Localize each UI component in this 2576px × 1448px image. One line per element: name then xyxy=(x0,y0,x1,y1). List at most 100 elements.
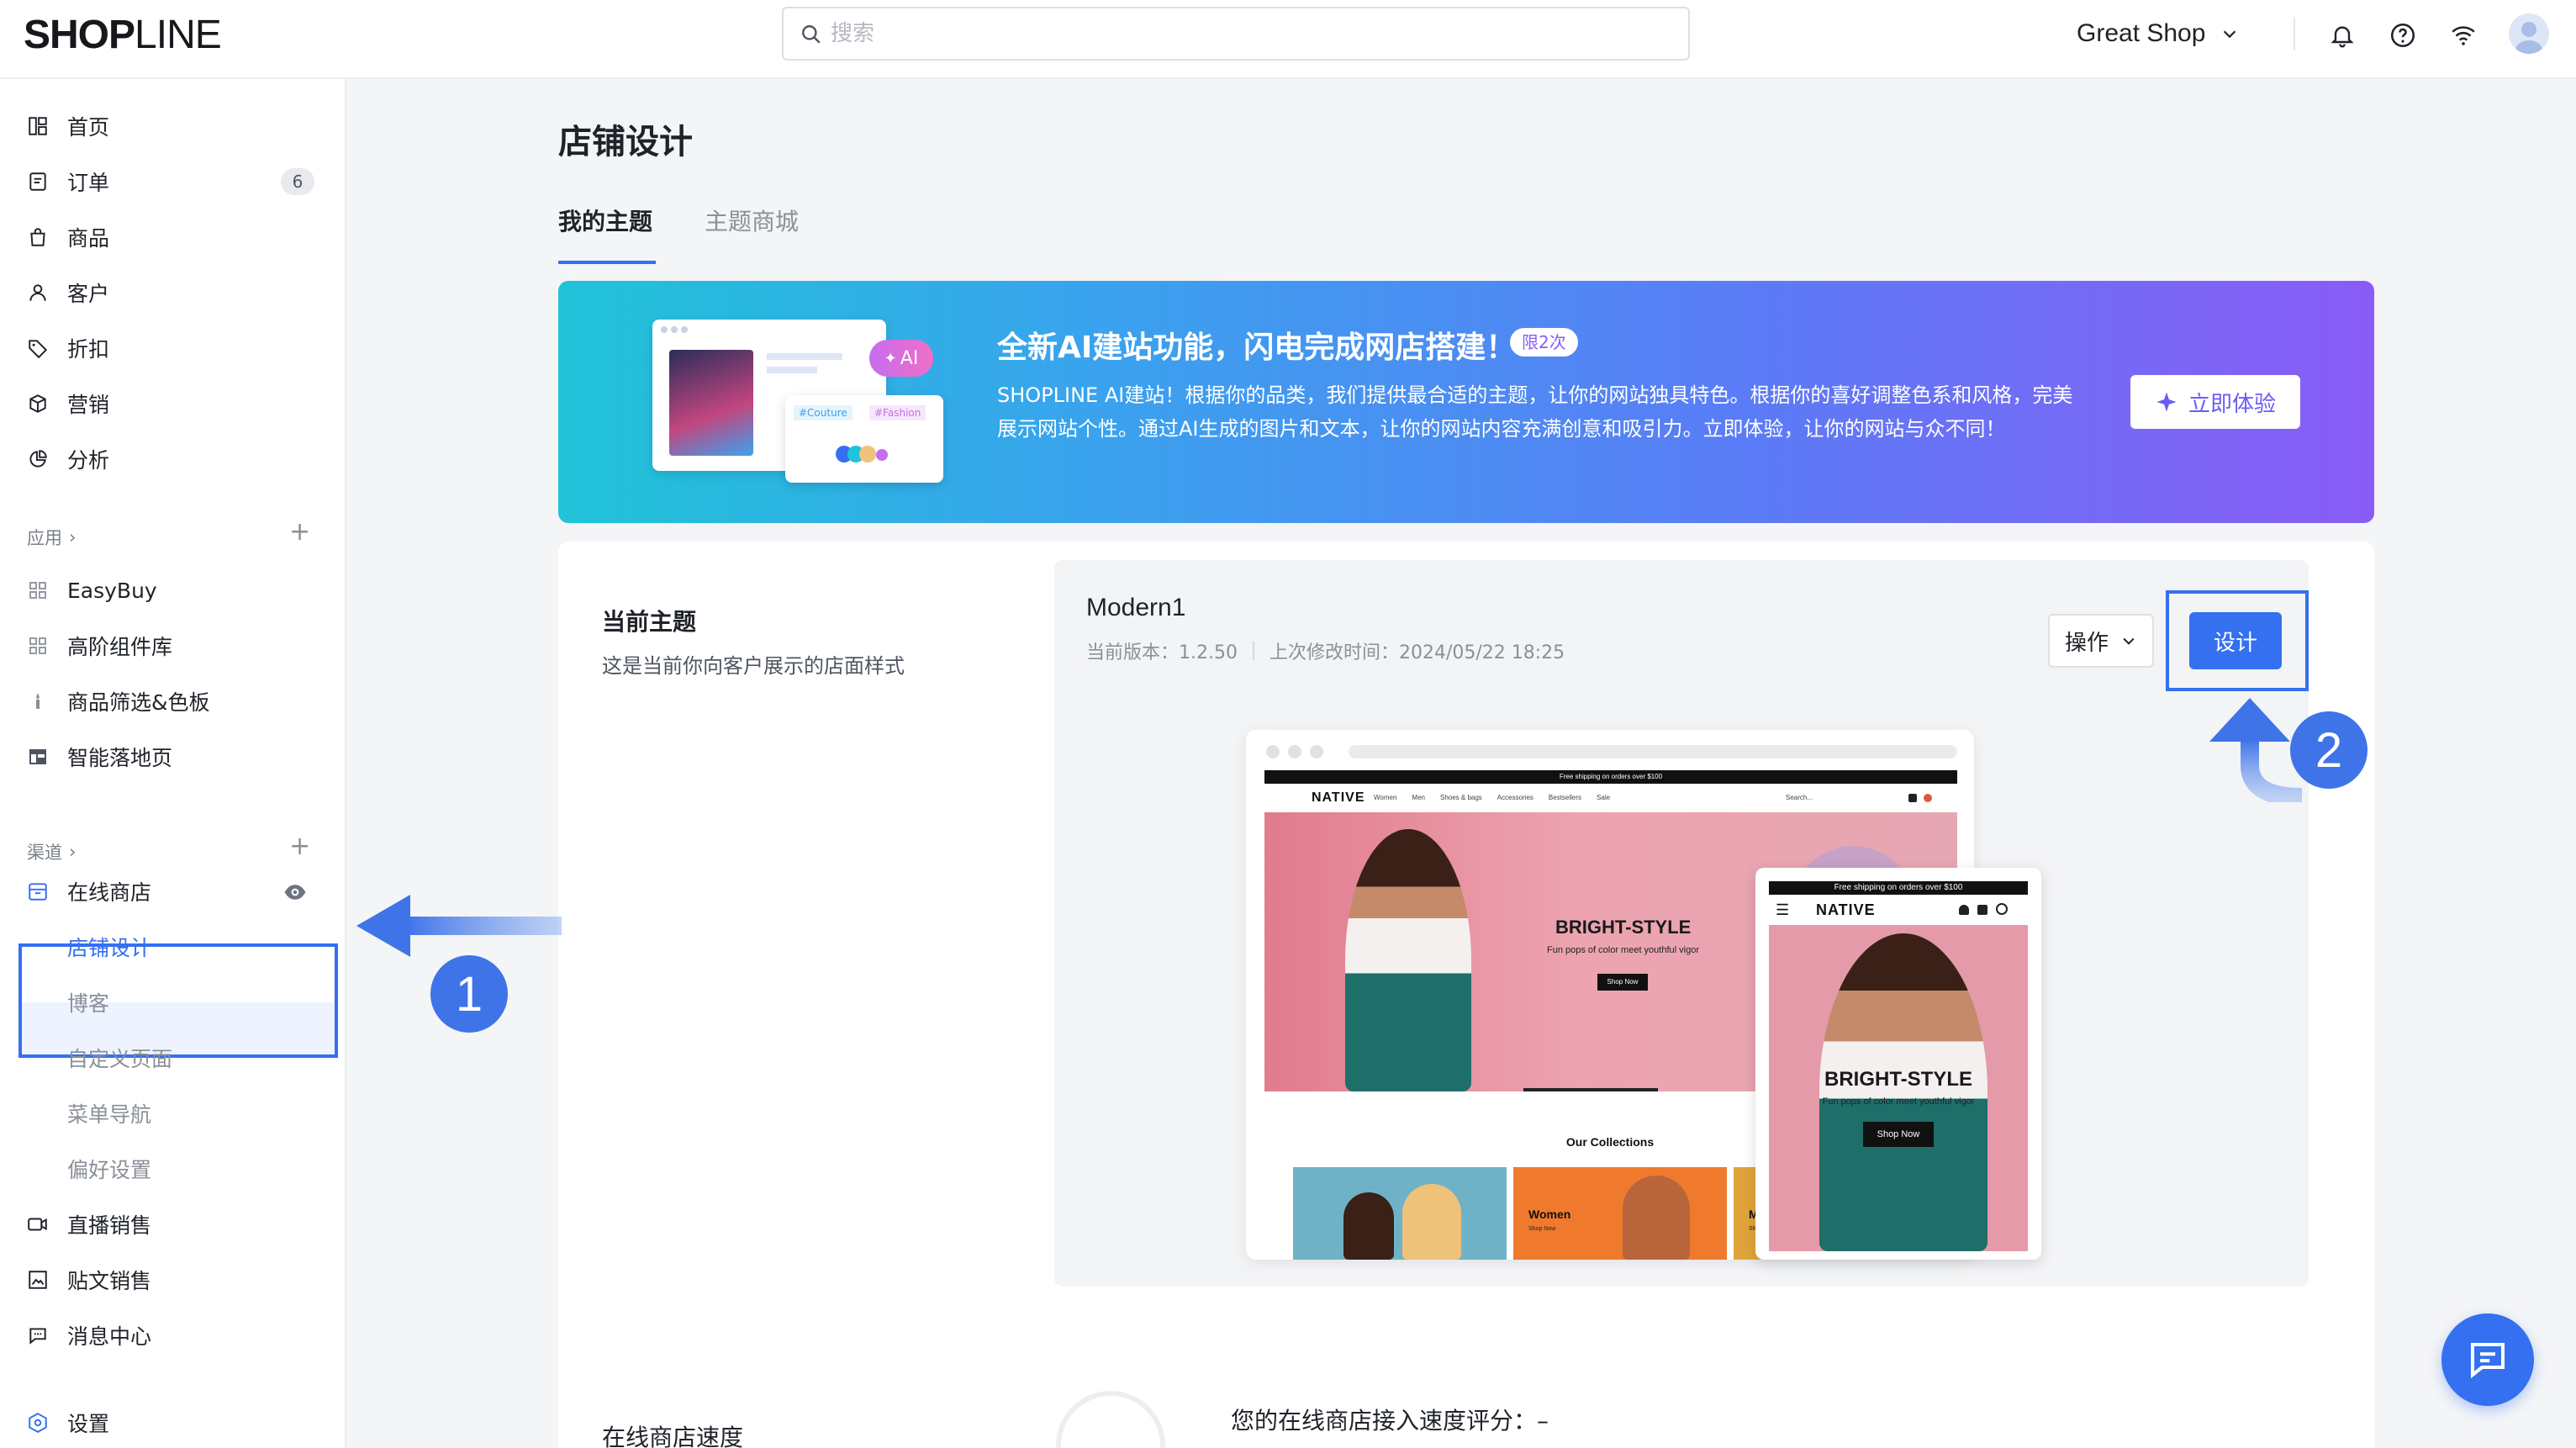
sidebar-item-label: 折扣 xyxy=(67,337,110,362)
ai-chip: ✦ AI xyxy=(869,340,933,377)
preview-user-icon xyxy=(1908,794,1917,802)
chat-support-button[interactable] xyxy=(2441,1313,2534,1406)
home-icon xyxy=(24,112,52,140)
header-divider xyxy=(2294,17,2295,50)
preview-shop-now-button: Shop Now xyxy=(1597,974,1648,991)
sidebar: 首页 订单 6 商品 客户 折扣 营销 分析 应用 › + EasyBuy 高阶组… xyxy=(0,79,346,1448)
theme-modified-time: 上次修改时间：2024/05/22 18:25 xyxy=(1269,642,1565,663)
preview-collection-card xyxy=(1293,1167,1507,1260)
marketing-box-icon xyxy=(24,389,52,418)
limit-tag: 限2次 xyxy=(1510,328,1578,357)
current-theme-heading: 当前主题 xyxy=(602,608,697,636)
sidebar-item-post-sales[interactable]: 贴文销售 xyxy=(24,1256,326,1303)
add-app-plus-icon[interactable]: + xyxy=(289,520,310,545)
customer-icon xyxy=(24,278,52,307)
ai-site-builder-banner: ✦ AI #Couture #Fashion 全新AI建站功能，闪电完成网店搭建！… xyxy=(558,281,2374,523)
sidebar-item-products[interactable]: 商品 xyxy=(24,214,326,261)
sidebar-item-label: 智能落地页 xyxy=(67,746,173,770)
store-icon xyxy=(24,877,52,906)
tab-my-themes[interactable]: 我的主题 xyxy=(558,203,652,237)
sidebar-item-label: 客户 xyxy=(67,282,110,306)
sidebar-item-marketing[interactable]: 营销 xyxy=(24,380,326,427)
tab-theme-store[interactable]: 主题商城 xyxy=(705,203,799,237)
eye-icon[interactable] xyxy=(282,880,308,910)
theme-version: 当前版本：1.2.50 xyxy=(1086,642,1238,663)
sidebar-item-settings[interactable]: 设置 xyxy=(24,1399,326,1446)
chevron-right-icon: › xyxy=(69,527,77,547)
sidebar-item-label: 贴文销售 xyxy=(67,1269,152,1293)
banner-style-card: #Couture #Fashion xyxy=(785,395,943,483)
landing-page-icon xyxy=(24,742,52,771)
channels-section-title[interactable]: 渠道 › xyxy=(27,839,76,864)
discount-tag-icon xyxy=(24,334,52,362)
preview-search: Search... xyxy=(1786,794,1813,801)
mobile-cart-icon xyxy=(1977,905,1987,915)
sidebar-sub-blog[interactable]: 博客 xyxy=(67,979,109,1026)
sidebar-sub-preferences[interactable]: 偏好设置 xyxy=(67,1145,151,1192)
sidebar-item-smart-landing[interactable]: 智能落地页 xyxy=(24,733,326,780)
shop-switcher[interactable]: Great Shop xyxy=(2077,15,2239,52)
sidebar-sub-menu-nav[interactable]: 菜单导航 xyxy=(67,1090,151,1137)
user-avatar[interactable] xyxy=(2509,13,2549,54)
preview-promo-bar: Free shipping on orders over $100 xyxy=(1264,770,1957,784)
sidebar-item-product-filter[interactable]: 商品筛选&色板 xyxy=(24,678,326,725)
add-channel-plus-icon[interactable]: + xyxy=(289,834,310,859)
mobile-brand: NATIVE xyxy=(1816,901,1876,918)
help-icon[interactable] xyxy=(2384,17,2421,54)
theme-panel: Modern1 当前版本：1.2.50 上次修改时间：2024/05/22 18… xyxy=(1054,560,2309,1287)
preview-slider-indicator xyxy=(1523,1088,1658,1091)
try-now-button[interactable]: 立即体验 xyxy=(2130,375,2300,429)
annotation-highlight-box-1 xyxy=(18,943,338,1058)
sidebar-item-online-store[interactable]: 在线商店 xyxy=(24,868,326,915)
sidebar-item-advanced-components[interactable]: 高阶组件库 xyxy=(24,622,326,669)
wifi-icon[interactable] xyxy=(2445,17,2482,54)
message-icon xyxy=(24,1321,52,1350)
sidebar-item-home[interactable]: 首页 xyxy=(24,103,326,150)
preview-nav: NATIVE Women Men Shoes & bags Accessories Be… xyxy=(1264,784,1957,812)
mobile-preview[interactable]: Free shipping on orders over $100 ☰ NATI… xyxy=(1755,868,2041,1260)
annotation-highlight-box-2 xyxy=(2166,590,2309,691)
tag-couture: #Couture xyxy=(794,405,853,420)
sidebar-item-analytics[interactable]: 分析 xyxy=(24,436,326,483)
sidebar-sub-store-design[interactable]: 店铺设计 xyxy=(67,923,151,970)
sidebar-item-easybuy[interactable]: EasyBuy xyxy=(24,567,326,614)
banner-description: SHOPLINE AI建站！根据你的品类，我们提供最合适的主题，让你的网站独具特… xyxy=(997,383,2073,441)
sidebar-item-label: 订单 xyxy=(67,171,110,195)
mobile-nav: ☰ NATIVE xyxy=(1769,895,2028,925)
sidebar-item-label: EasyBuy xyxy=(67,578,157,603)
apps-section-title[interactable]: 应用 › xyxy=(27,525,76,550)
filter-icon xyxy=(24,687,52,716)
vr-model-image xyxy=(669,350,753,456)
store-speed-heading: 在线商店速度 xyxy=(602,1424,744,1448)
sidebar-item-label: 商品 xyxy=(67,226,110,251)
live-video-icon xyxy=(24,1210,52,1239)
banner-title: 全新AI建站功能，闪电完成网店搭建！ xyxy=(997,330,1517,365)
sidebar-item-label: 设置 xyxy=(67,1412,110,1436)
sidebar-item-message-center[interactable]: 消息中心 xyxy=(24,1312,326,1359)
sidebar-item-label: 商品筛选&色板 xyxy=(67,690,210,715)
operations-dropdown[interactable]: 操作 xyxy=(2048,614,2154,668)
chevron-down-icon xyxy=(2224,30,2236,39)
annotation-arrow-left-icon xyxy=(356,895,562,957)
order-icon xyxy=(24,167,52,196)
app-grid-icon xyxy=(24,576,52,605)
search-input[interactable] xyxy=(831,15,1655,52)
bell-icon[interactable] xyxy=(2324,17,2361,54)
sidebar-item-live-sales[interactable]: 直播销售 xyxy=(24,1201,326,1248)
chat-icon xyxy=(2470,1342,2505,1379)
search-box[interactable] xyxy=(782,7,1690,61)
tag-fashion: #Fashion xyxy=(869,405,926,420)
product-bag-icon xyxy=(24,223,52,251)
sidebar-item-orders[interactable]: 订单 6 xyxy=(24,158,326,205)
mobile-hero-title: BRIGHT-STYLE xyxy=(1824,1068,1972,1091)
sidebar-item-label: 营销 xyxy=(67,393,110,417)
current-theme-card: 当前主题 这是当前你向客户展示的店面样式 Modern1 当前版本：1.2.50… xyxy=(558,542,2374,1448)
speed-gauge xyxy=(1056,1391,1165,1448)
sidebar-item-discounts[interactable]: 折扣 xyxy=(24,325,326,372)
preview-collection-women: Women Shop Now xyxy=(1513,1167,1727,1260)
chevron-down-icon xyxy=(2123,637,2135,645)
shopline-logo[interactable]: SHOPLINE xyxy=(24,12,222,58)
active-tab-indicator xyxy=(558,261,656,264)
sidebar-item-customers[interactable]: 客户 xyxy=(24,269,326,316)
sidebar-sub-custom-pages[interactable]: 自定义页面 xyxy=(67,1034,172,1081)
